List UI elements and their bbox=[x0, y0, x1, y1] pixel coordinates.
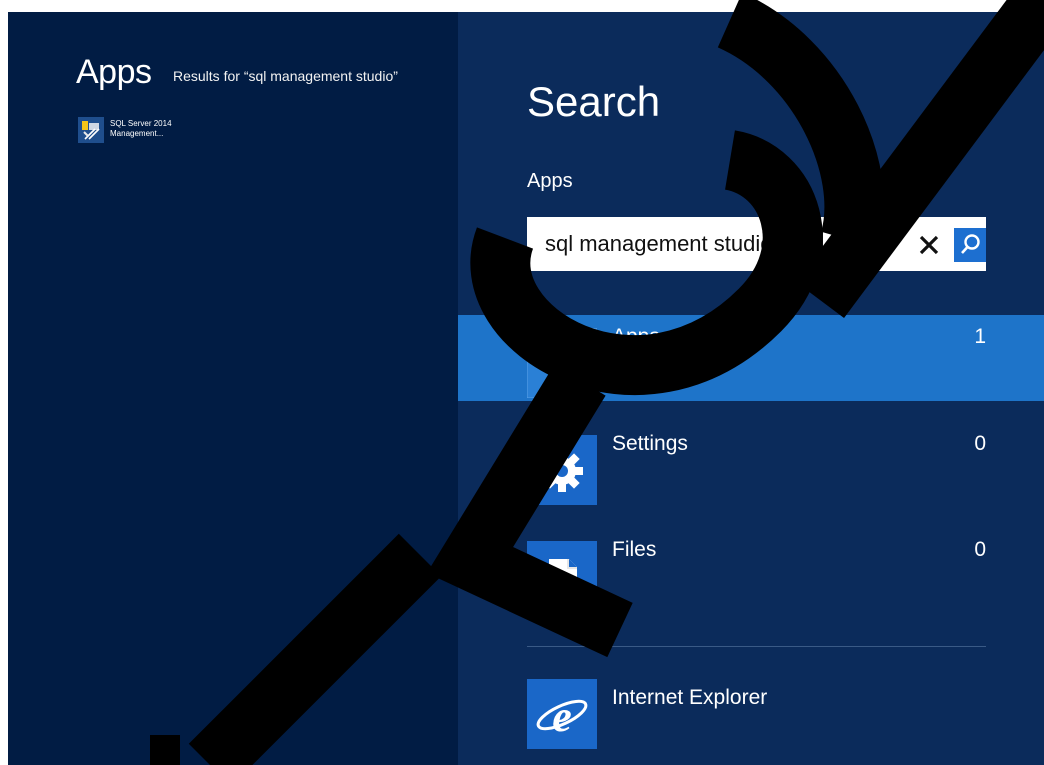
windows-search-screen: Apps Results for “sql management studio”… bbox=[8, 12, 1044, 765]
document-icon bbox=[527, 541, 597, 611]
search-charm: Search Apps sql management studio Apps 1… bbox=[458, 12, 1044, 765]
category-apps-count: 1 bbox=[974, 325, 986, 348]
result-tile-sql-server-management-studio[interactable]: SQL Server 2014 Management... bbox=[78, 117, 278, 143]
divider bbox=[527, 646, 986, 647]
category-files-label: Files bbox=[612, 538, 657, 561]
search-title: Search bbox=[527, 78, 661, 125]
category-settings-label: Settings bbox=[612, 432, 688, 455]
search-box bbox=[527, 217, 986, 271]
clear-search-button[interactable] bbox=[912, 228, 946, 262]
search-button[interactable] bbox=[954, 228, 986, 262]
gear-icon bbox=[527, 435, 597, 505]
suggestion-internet-explorer[interactable]: e Internet Explorer bbox=[458, 672, 1044, 765]
result-line1: SQL Server 2014 bbox=[110, 119, 172, 128]
category-apps-label: Apps bbox=[612, 325, 660, 348]
search-icon bbox=[961, 234, 980, 254]
results-subtitle-prefix: Results for bbox=[173, 68, 244, 84]
results-subtitle: Results for “sql management studio” bbox=[173, 68, 398, 84]
text-caret bbox=[821, 232, 823, 258]
close-icon bbox=[919, 235, 939, 255]
suggestion-internet-explorer-label: Internet Explorer bbox=[612, 686, 768, 709]
category-files-count: 0 bbox=[974, 538, 986, 561]
result-line2: Management... bbox=[110, 129, 164, 138]
category-settings[interactable]: Settings 0 bbox=[458, 422, 1044, 508]
search-input[interactable] bbox=[527, 217, 857, 271]
results-pane: Apps Results for “sql management studio”… bbox=[8, 12, 458, 765]
category-files[interactable]: Files 0 bbox=[458, 528, 1044, 614]
search-scope-label[interactable]: Apps bbox=[527, 170, 573, 193]
internet-explorer-icon: e bbox=[527, 679, 597, 749]
monitor-keyboard-icon bbox=[526, 327, 598, 399]
results-query: “sql management studio” bbox=[243, 68, 398, 84]
category-apps[interactable]: Apps 1 bbox=[458, 315, 1044, 401]
results-title: Apps bbox=[76, 53, 152, 91]
svg-text:e: e bbox=[552, 692, 572, 741]
sql-server-management-studio-icon bbox=[78, 117, 104, 143]
category-settings-count: 0 bbox=[974, 432, 986, 455]
